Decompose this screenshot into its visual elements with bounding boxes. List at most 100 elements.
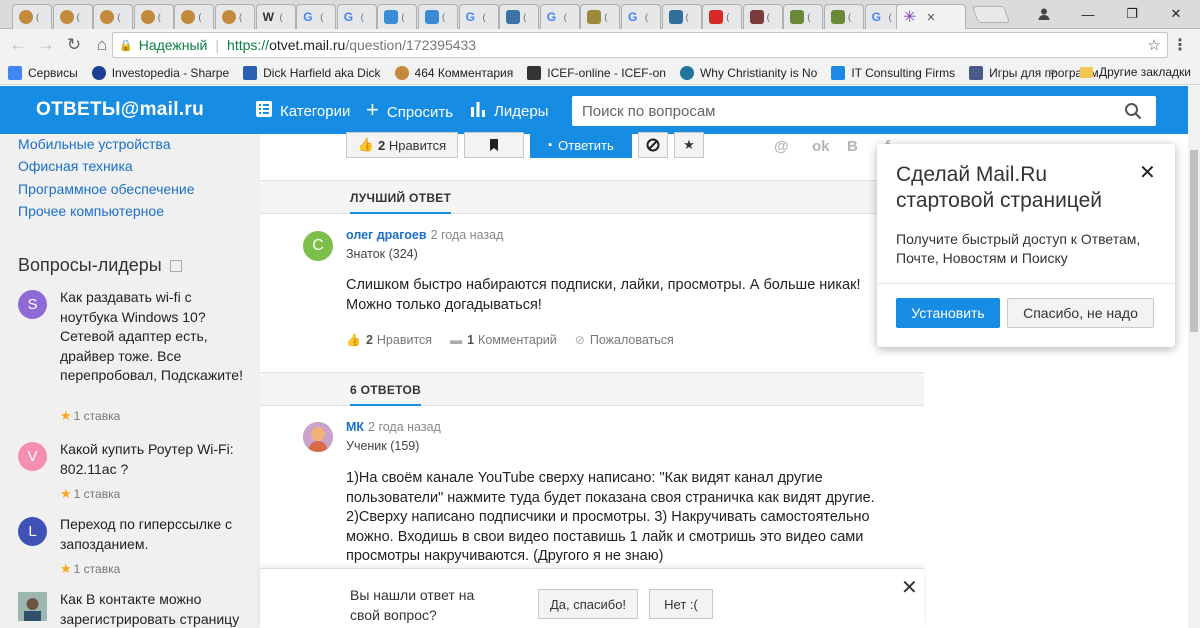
category-link[interactable]: Офисная техника — [18, 158, 133, 174]
author-name[interactable]: МК — [346, 420, 364, 434]
bookmarks-overflow[interactable]: » — [1050, 66, 1056, 78]
collapse-box-icon[interactable] — [169, 259, 182, 272]
nav-ask[interactable]: + Спросить — [366, 97, 453, 123]
star-icon: ★ — [60, 408, 72, 423]
avatar[interactable]: С — [303, 231, 333, 261]
thumbs-up-icon: 👍 — [357, 137, 374, 152]
leader-question-text[interactable]: Как раздавать wi-fi с ноутбука Windows 1… — [60, 288, 250, 386]
report-button[interactable] — [638, 132, 668, 158]
tab-title-truncated: ( — [360, 12, 364, 22]
search-icon[interactable] — [1124, 102, 1142, 120]
browser-tab[interactable]: ( — [12, 4, 52, 29]
nav-categories[interactable]: Категории — [256, 101, 350, 122]
cookie-icon — [222, 10, 236, 24]
browser-tab[interactable]: ( — [215, 4, 255, 29]
browser-tab[interactable]: G( — [458, 4, 499, 29]
browser-tab[interactable]: ( — [52, 4, 93, 29]
bookmark-star-icon[interactable]: ☆ — [1148, 36, 1161, 54]
like-label: Нравится — [388, 137, 447, 153]
browser-tab[interactable]: ( — [133, 4, 174, 29]
reply-button[interactable]: ▪ Ответить — [530, 132, 632, 158]
browser-tab[interactable]: ( — [174, 4, 215, 29]
browser-tab[interactable]: G( — [296, 4, 337, 29]
bookmark-item[interactable]: ICEF-online - ICEF-on — [527, 65, 666, 80]
browser-tab[interactable]: ( — [702, 4, 743, 29]
category-link[interactable]: Мобильные устройства — [18, 136, 171, 152]
close-tab-icon[interactable]: ✕ — [926, 11, 935, 24]
browser-tab[interactable]: ( — [377, 4, 418, 29]
browser-tab[interactable]: G( — [621, 4, 661, 29]
forward-arrow-icon[interactable]: → — [32, 31, 60, 59]
feedback-yes-button[interactable]: Да, спасибо! — [538, 589, 638, 619]
site-logo[interactable]: ОТВЕТЫ@mail.ru — [36, 99, 204, 121]
browser-tab[interactable]: G( — [539, 4, 580, 29]
browser-menu-icon[interactable]: ⋮ — [1172, 35, 1188, 55]
browser-tab[interactable]: W( — [255, 4, 296, 29]
odnoklassniki-share-icon[interactable]: ok — [812, 138, 830, 155]
browser-tab[interactable]: ( — [783, 4, 824, 29]
browser-tab[interactable]: ( — [499, 4, 540, 29]
browser-tab[interactable]: ( — [418, 4, 458, 29]
author-name[interactable]: олег драгоев — [346, 228, 427, 242]
bookmark-item[interactable]: IT Consulting Firms — [831, 65, 955, 80]
reload-icon[interactable]: ↻ — [60, 31, 88, 59]
leader-question[interactable]: V Какой купить Роутер Wi-Fi: 802.11ac ? … — [18, 440, 258, 504]
feedback-no-button[interactable]: Нет :( — [649, 589, 713, 619]
favorite-button[interactable]: ★ — [674, 132, 704, 158]
browser-tab[interactable]: ( — [742, 4, 783, 29]
tab-title-truncated: ( — [442, 12, 445, 22]
browser-tab[interactable]: ( — [661, 4, 702, 29]
search-input[interactable] — [582, 102, 1102, 120]
close-icon[interactable]: ✕ — [901, 575, 918, 600]
best-answer-title: ЛУЧШИЙ ОТВЕТ — [350, 191, 452, 214]
bookmark-item[interactable]: 464 Комментария — [394, 65, 513, 80]
page-scrollbar[interactable] — [1188, 86, 1200, 628]
bookmark-item[interactable]: Dick Harfield aka Dick — [243, 65, 381, 80]
avatar[interactable] — [303, 422, 333, 452]
answer-time: 2 года назад — [368, 420, 441, 434]
leader-question-text[interactable]: Переход по гиперссылке с запозданием. — [60, 515, 250, 554]
new-tab-button[interactable] — [971, 6, 1011, 23]
leader-question[interactable]: L Переход по гиперссылке с запозданием. … — [18, 515, 258, 579]
like-button[interactable]: 👍 2 Нравится — [346, 132, 458, 158]
browser-tab[interactable]: ( — [824, 4, 864, 29]
close-icon[interactable]: ✕ — [1139, 160, 1156, 185]
close-window-icon[interactable]: ✕ — [1154, 0, 1198, 28]
bookmark-list: Сервисы Investopedia - Sharpe Dick Harfiel… — [8, 65, 1113, 80]
category-link[interactable]: Программное обеспечение — [18, 181, 195, 197]
email-share-icon[interactable]: @ — [774, 138, 789, 155]
like-button[interactable]: 👍 2 Нравится — [346, 333, 432, 347]
like-count: 2 — [365, 333, 373, 347]
scrollbar-thumb[interactable] — [1190, 150, 1198, 332]
nav-leaders[interactable]: Лидеры — [470, 101, 548, 122]
comment-button[interactable]: ▬ 1 Комментарий — [450, 333, 557, 347]
back-arrow-icon[interactable]: ← — [4, 31, 32, 59]
leader-question[interactable]: S Как раздавать wi-fi с ноутбука Windows… — [18, 288, 258, 428]
answer-author: олег драгоев 2 года назад — [346, 228, 503, 242]
leader-question-text[interactable]: Какой купить Роутер Wi-Fi: 802.11ac ? — [60, 440, 250, 479]
bookmark-item[interactable]: Investopedia - Sharpe — [91, 65, 229, 80]
comment-count: 1 — [467, 333, 475, 347]
report-button[interactable]: ⊘ Пожаловаться — [575, 333, 674, 347]
install-button[interactable]: Установить — [896, 298, 1000, 328]
decline-button[interactable]: Спасибо, не надо — [1007, 298, 1154, 328]
category-link[interactable]: Прочее компьютерное — [18, 203, 164, 219]
address-bar[interactable]: 🔒 Надежный | https://otvet.mail.ru/quest… — [112, 32, 1168, 58]
vk-share-icon[interactable]: В — [847, 138, 858, 155]
lock-icon: 🔒 — [119, 39, 133, 52]
leader-question[interactable]: Как В контакте можно зарегистрировать ст… — [18, 590, 258, 628]
profile-icon[interactable] — [1022, 0, 1066, 28]
bookmark-button[interactable] — [464, 132, 524, 158]
bookmark-item[interactable]: Сервисы — [8, 65, 78, 80]
browser-tab[interactable]: ( — [93, 4, 134, 29]
minimize-icon[interactable]: — — [1066, 0, 1110, 28]
browser-tab[interactable]: ( — [580, 4, 621, 29]
tab-active[interactable]: ✳ ✕ — [896, 4, 966, 29]
stake-count: ★ 1 ставка — [60, 561, 120, 577]
other-bookmarks[interactable]: Другие закладки — [1080, 65, 1191, 79]
google-icon: G — [871, 10, 881, 24]
leader-question-text[interactable]: Как В контакте можно зарегистрировать ст… — [60, 590, 250, 628]
browser-tab[interactable]: G( — [336, 4, 377, 29]
restore-icon[interactable]: ❐ — [1110, 0, 1154, 28]
bookmark-item[interactable]: Why Christianity is No — [679, 65, 817, 80]
